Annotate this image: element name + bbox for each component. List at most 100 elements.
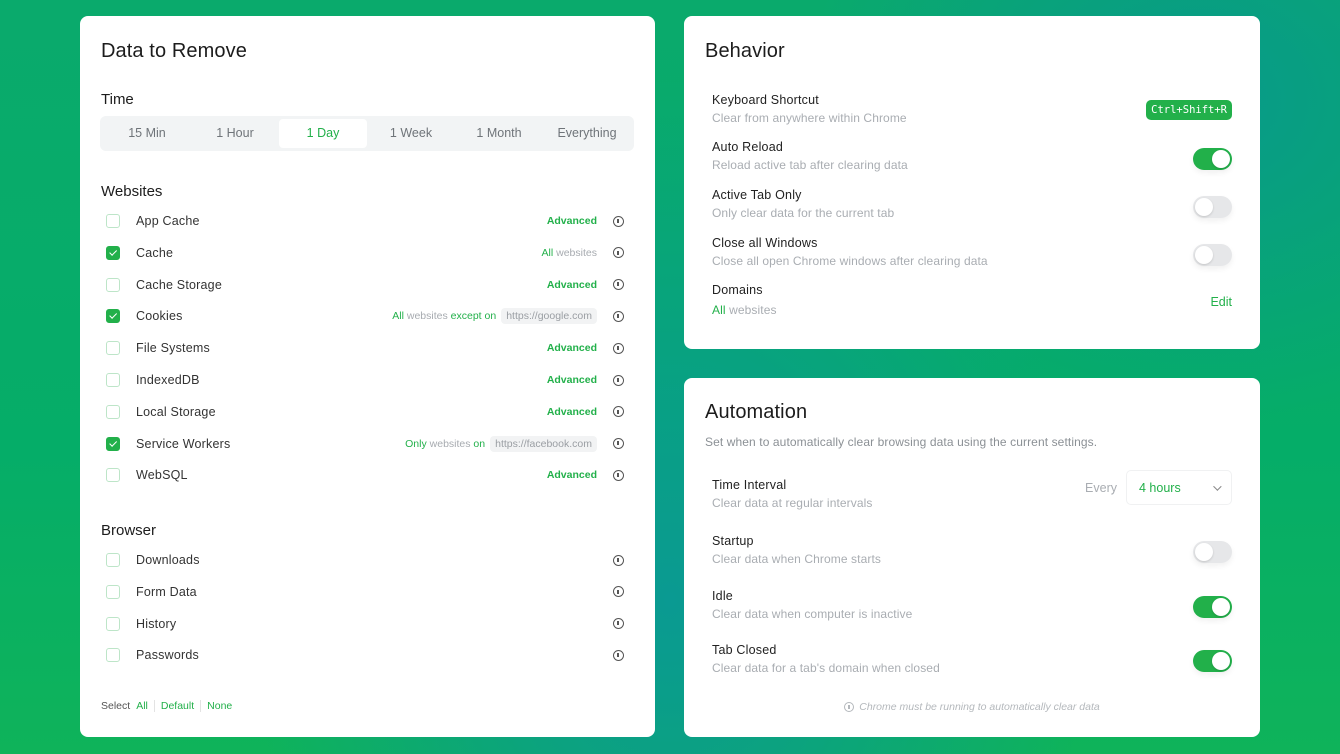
data-type-row-downloads[interactable]: Downloads [106,548,626,572]
data-type-row-local-storage[interactable]: Local Storage Advanced [106,400,626,424]
edit-domains-link[interactable]: Edit [1210,295,1232,309]
keyboard-shortcut-badge[interactable]: Ctrl+Shift+R [1146,100,1232,120]
info-icon[interactable] [613,554,624,566]
info-icon[interactable] [613,310,624,322]
scope-info: Advanced [547,406,597,418]
scope-info: Only websites on https://facebook.com [405,435,597,452]
data-type-row-app-cache[interactable]: App Cache Advanced [106,209,626,233]
data-type-row-service-workers[interactable]: Service Workers Only websites on https://f… [106,432,626,456]
time-option-15-min[interactable]: 15 Min [103,119,191,148]
select-all-link[interactable]: All [136,700,148,712]
idle-toggle[interactable] [1193,596,1232,618]
info-icon[interactable] [613,342,624,354]
time-option-1-day[interactable]: 1 Day [279,119,367,148]
advanced-link[interactable]: Advanced [547,406,597,418]
setting-desc: Close all open Chrome windows after clea… [712,254,988,268]
checkbox[interactable] [106,648,120,663]
divider [200,700,202,712]
setting-title: Auto Reload [712,140,783,154]
scope-text[interactable]: except on [451,310,497,322]
setting-desc: All websites [712,303,1232,317]
info-icon[interactable] [613,215,624,227]
checkbox[interactable] [106,616,120,631]
active-tab-only-toggle[interactable] [1193,196,1232,218]
scope-text[interactable]: on [473,438,485,450]
info-icon[interactable] [613,586,624,598]
setting-tab-closed: Tab Closed Clear data for a tab's domain… [712,643,1232,675]
startup-toggle[interactable] [1193,541,1232,563]
interval-dropdown[interactable]: 4 hours [1126,470,1232,505]
scope-text[interactable]: All [542,247,554,259]
checkbox[interactable] [106,245,120,260]
advanced-link[interactable]: Advanced [547,469,597,481]
scope-info: Advanced [547,342,597,354]
data-type-row-form-data[interactable]: Form Data [106,580,626,604]
scope-text[interactable]: All [392,310,404,322]
domains-scope-accent: All [712,303,726,317]
data-type-row-cache-storage[interactable]: Cache Storage Advanced [106,273,626,297]
select-none-link[interactable]: None [207,700,232,712]
setting-title: Tab Closed [712,643,777,657]
select-label: Select [101,700,131,712]
advanced-link[interactable]: Advanced [547,342,597,354]
scope-text[interactable]: Only [405,438,427,450]
data-type-row-cache[interactable]: Cache All websites [106,241,626,265]
scope-text[interactable]: websites [404,310,451,322]
advanced-link[interactable]: Advanced [547,215,597,227]
data-type-label: Downloads [136,553,200,567]
time-option-everything[interactable]: Everything [543,119,631,148]
time-option-1-month[interactable]: 1 Month [455,119,543,148]
checkbox[interactable] [106,436,120,451]
time-option-1-week[interactable]: 1 Week [367,119,455,148]
checkbox[interactable] [106,468,120,483]
checkbox[interactable] [106,584,120,599]
auto-reload-toggle[interactable] [1193,148,1232,170]
scope-info: Advanced [547,279,597,291]
checkbox[interactable] [106,309,120,324]
setting-close-all-windows: Close all Windows Close all open Chrome … [712,236,1232,268]
data-type-label: Passwords [136,648,199,663]
setting-title: Active Tab Only [712,188,802,202]
websites-section-title: Websites [101,183,163,200]
checkbox[interactable] [106,277,120,292]
time-section-title: Time [101,91,134,108]
scope-text[interactable]: websites [553,247,597,259]
setting-desc: Clear data when Chrome starts [712,552,881,566]
info-icon[interactable] [613,438,624,450]
data-type-row-indexeddb[interactable]: IndexedDB Advanced [106,368,626,392]
data-to-remove-card: Data to Remove Time 15 Min 1 Hour 1 Day 1 W… [80,16,655,737]
checkbox[interactable] [106,214,120,228]
data-type-row-file-systems[interactable]: File Systems Advanced [106,336,626,360]
url-chip[interactable]: https://google.com [501,308,597,325]
info-icon[interactable] [613,279,624,291]
checkbox[interactable] [106,404,120,419]
advanced-link[interactable]: Advanced [547,279,597,291]
checkbox[interactable] [106,553,120,567]
select-default-link[interactable]: Default [161,700,194,712]
data-type-row-history[interactable]: History [106,612,626,636]
data-type-label: IndexedDB [136,373,200,387]
data-type-label: App Cache [136,214,200,228]
checkbox[interactable] [106,373,120,387]
info-icon[interactable] [613,247,624,259]
tab-closed-toggle[interactable] [1193,650,1232,672]
advanced-link[interactable]: Advanced [547,374,597,386]
data-type-row-websql[interactable]: WebSQL Advanced [106,463,626,487]
domains-scope-rest: websites [725,303,777,317]
setting-desc: Only clear data for the current tab [712,206,895,220]
info-icon[interactable] [613,469,624,481]
info-icon[interactable] [613,618,624,630]
close-all-windows-toggle[interactable] [1193,244,1232,266]
info-icon[interactable] [613,374,624,386]
info-icon [844,702,855,712]
checkbox[interactable] [106,341,120,356]
data-type-row-passwords[interactable]: Passwords [106,643,626,667]
info-icon[interactable] [613,406,624,418]
url-chip[interactable]: https://facebook.com [490,435,597,452]
data-type-row-cookies[interactable]: Cookies All websites except on https://goo… [106,304,626,328]
info-icon[interactable] [613,649,624,661]
time-option-1-hour[interactable]: 1 Hour [191,119,279,148]
scope-info: All websites [542,247,597,259]
setting-desc: Clear data for a tab's domain when close… [712,661,940,675]
scope-text[interactable]: websites [427,438,474,450]
